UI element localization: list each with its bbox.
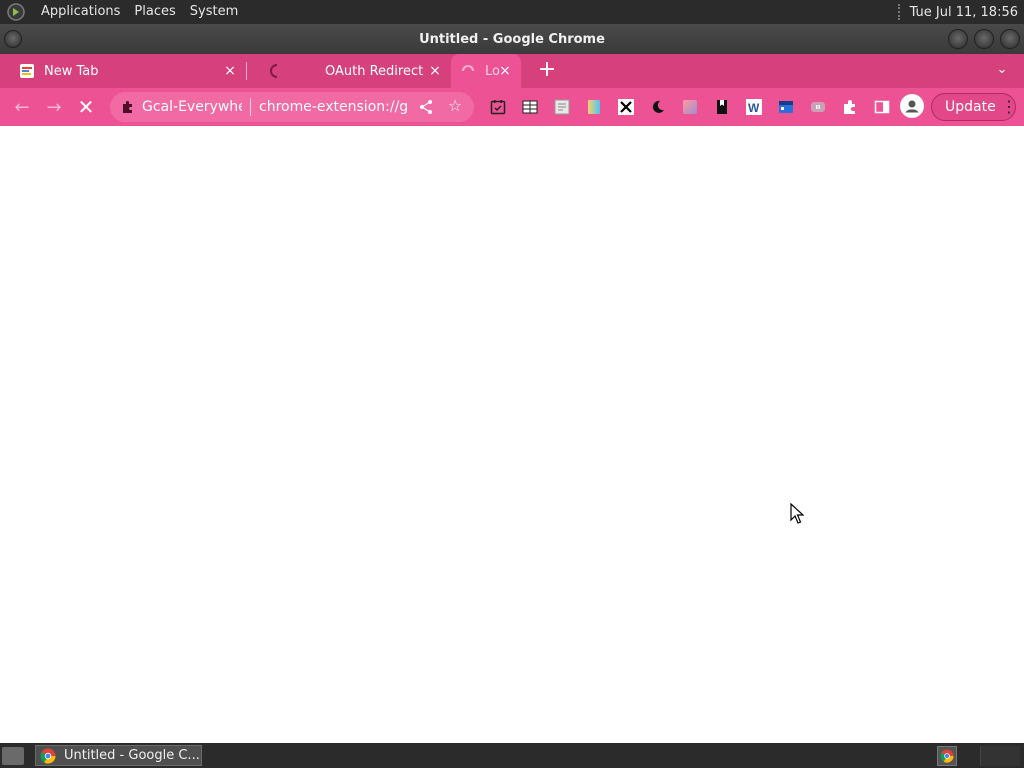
menu-applications[interactable]: Applications <box>34 0 127 24</box>
word-w-icon[interactable]: W <box>742 95 766 119</box>
tab-new-tab[interactable]: New Tab × <box>0 54 246 88</box>
show-desktop-icon[interactable] <box>2 746 24 765</box>
update-label: Update <box>945 99 996 115</box>
tab-close-icon[interactable]: × <box>222 63 238 79</box>
maximize-button[interactable] <box>974 29 994 49</box>
tab-close-icon[interactable]: × <box>427 63 443 79</box>
bottom-taskbar: Untitled - Google C... <box>0 743 1024 768</box>
x-logo-icon[interactable] <box>614 95 638 119</box>
taskbar-chrome-window[interactable]: Untitled - Google C... <box>35 745 202 766</box>
browser-toolbar: ← → ✕ Gcal-Everywher chrome-extension://… <box>0 88 1024 126</box>
side-panel-icon[interactable] <box>870 95 894 119</box>
tab-strip: New Tab × OAuth Redirect × Lo × + ⌄ <box>0 54 1024 88</box>
site-label: Gcal-Everywher <box>142 99 242 115</box>
tab-loading-active[interactable]: Lo × <box>451 54 521 88</box>
new-tab-colored-icon <box>18 62 36 80</box>
mouse-cursor-icon <box>790 502 805 529</box>
close-window-button[interactable] <box>1000 29 1020 49</box>
workspace-switcher[interactable] <box>980 746 1020 766</box>
gradient-doc-icon[interactable] <box>582 95 606 119</box>
distro-logo-icon[interactable] <box>6 2 26 22</box>
photo-gradient-icon[interactable] <box>678 95 702 119</box>
tray-chrome-icon[interactable] <box>937 746 957 766</box>
omnibox-separator <box>250 98 251 116</box>
menu-system[interactable]: System <box>183 0 245 24</box>
page-content[interactable] <box>0 126 1024 743</box>
loading-spinner-icon <box>459 62 477 80</box>
minimize-button[interactable] <box>948 29 968 49</box>
tab-label: OAuth Redirect <box>325 63 424 79</box>
profile-avatar-icon[interactable] <box>900 94 924 118</box>
extensions-row: W <box>486 95 894 119</box>
forward-button[interactable]: → <box>38 91 70 123</box>
tab-search-chevron-icon[interactable]: ⌄ <box>992 62 1012 80</box>
menu-places[interactable]: Places <box>127 0 182 24</box>
kebab-menu-icon[interactable]: ⋮ <box>1001 99 1017 115</box>
calendar-check-icon[interactable] <box>486 95 510 119</box>
puzzle-extensions-icon[interactable] <box>838 95 862 119</box>
window-menu-button[interactable] <box>4 30 22 48</box>
bookmark-star-icon[interactable]: ☆ <box>446 97 464 115</box>
address-bar[interactable]: Gcal-Everywher chrome-extension://g... ☆ <box>110 92 474 122</box>
update-button[interactable]: Update ⋮ <box>931 93 1017 121</box>
top-panel: Applications Places System Tue Jul 11, 1… <box>0 0 1024 24</box>
calendar-blue-icon[interactable] <box>774 95 798 119</box>
oauth-loading-icon <box>267 62 285 80</box>
window-title: Untitled - Google Chrome <box>419 31 605 47</box>
bookmark-book-icon[interactable] <box>710 95 734 119</box>
url-text[interactable]: chrome-extension://g... <box>259 99 409 115</box>
stop-loading-button[interactable]: ✕ <box>70 91 102 123</box>
share-icon[interactable] <box>418 99 434 115</box>
table-icon[interactable] <box>518 95 542 119</box>
back-button[interactable]: ← <box>6 91 38 123</box>
tab-close-icon[interactable]: × <box>497 63 513 79</box>
tab-label: New Tab <box>44 63 99 79</box>
panel-separator <box>897 4 904 20</box>
chrome-logo-icon <box>40 748 56 764</box>
task-title: Untitled - Google C... <box>64 748 200 763</box>
moon-icon[interactable] <box>646 95 670 119</box>
grid-doc-icon[interactable] <box>550 95 574 119</box>
grey-badge-icon[interactable] <box>806 95 830 119</box>
new-tab-button[interactable]: + <box>531 57 563 85</box>
extension-puzzle-icon <box>120 99 136 115</box>
panel-clock[interactable]: Tue Jul 11, 18:56 <box>910 5 1024 20</box>
svg-text:W: W <box>748 101 760 115</box>
window-titlebar[interactable]: Untitled - Google Chrome <box>0 24 1024 54</box>
tab-oauth-redirect[interactable]: OAuth Redirect × <box>247 54 451 88</box>
window-controls <box>948 29 1020 49</box>
